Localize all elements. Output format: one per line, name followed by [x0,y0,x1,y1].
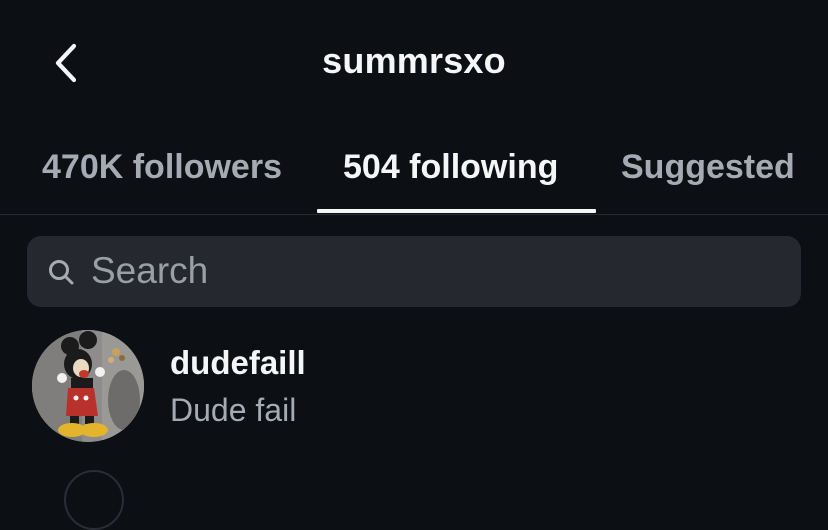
avatar[interactable] [32,330,144,442]
search-bar[interactable] [27,236,801,307]
tab-suggested[interactable]: Suggested [621,148,795,187]
full-name: Dude fail [170,392,297,428]
active-tab-indicator [317,209,596,213]
search-icon [49,260,74,285]
avatar[interactable] [64,470,124,530]
tab-following[interactable]: 504 following [343,148,558,187]
list-item[interactable]: dudefaill Dude fail [0,326,828,456]
page-title: summrsxo [322,40,506,81]
top-bar: summrsxo [0,0,828,128]
username: dudefaill [170,344,306,381]
tab-bar: 470K followers 504 following Suggested [0,128,828,215]
search-input[interactable] [91,246,781,296]
mickey-mouse-photo [32,330,144,442]
tab-followers[interactable]: 470K followers [42,148,282,187]
